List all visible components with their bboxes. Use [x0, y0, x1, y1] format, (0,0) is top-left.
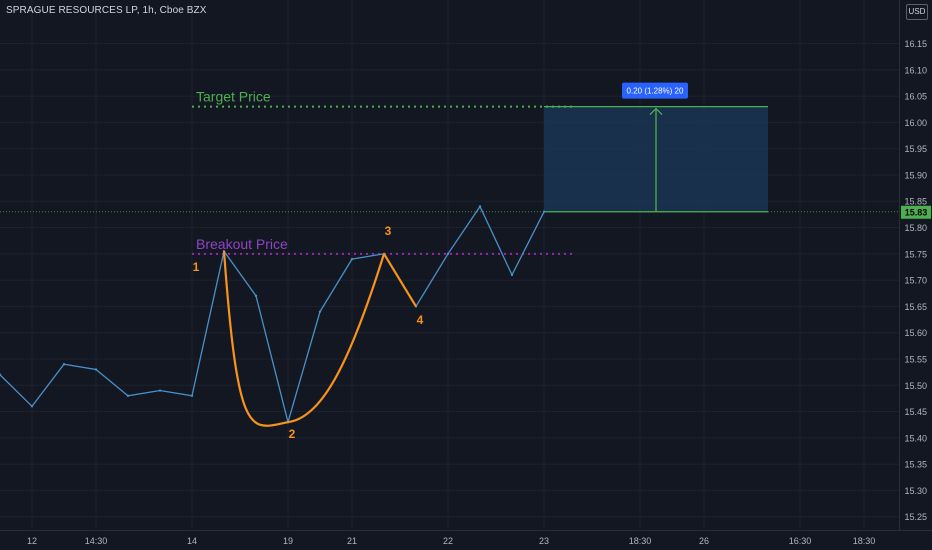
time-tick-label: 18:30 — [853, 536, 876, 546]
price-point — [446, 252, 450, 256]
chart-grid — [0, 0, 899, 530]
price-tick-label: 15.60 — [904, 328, 927, 338]
last-price-tag-text: 15.83 — [905, 207, 928, 217]
time-tick-label: 21 — [347, 536, 357, 546]
price-point — [350, 257, 354, 261]
pattern-point-label: 2 — [289, 427, 296, 441]
price-point — [542, 210, 546, 213]
price-point — [254, 294, 258, 298]
price-point — [190, 394, 194, 397]
price-point — [62, 363, 66, 366]
price-point — [158, 389, 162, 392]
chart-title: SPRAGUE RESOURCES LP, 1h, Cboe BZX — [6, 5, 207, 16]
price-tick-label: 16.10 — [904, 65, 927, 75]
price-tick-label: 15.90 — [904, 170, 927, 180]
price-tick-label: 15.95 — [904, 144, 927, 154]
price-tick-label: 16.00 — [904, 118, 927, 128]
time-tick-label: 23 — [539, 536, 549, 546]
time-tick-label: 18:30 — [629, 536, 652, 546]
time-tick-label: 26 — [699, 536, 709, 546]
price-tick-label: 15.75 — [904, 249, 927, 259]
price-tick-label: 15.40 — [904, 433, 927, 443]
price-point — [94, 368, 98, 371]
pattern-point-label: 1 — [193, 260, 200, 274]
price-point — [126, 394, 130, 397]
time-tick-label: 12 — [27, 536, 37, 546]
price-point — [510, 273, 514, 277]
price-axis: 16.15 16.10 16.05 16.00 15.95 15.90 15.85 15.80… — [899, 0, 932, 550]
time-tick-label: 19 — [283, 536, 293, 546]
price-tick-label: 15.50 — [904, 381, 927, 391]
breakout-price-label: Breakout Price — [196, 236, 288, 252]
price-tick-label: 16.05 — [904, 92, 927, 102]
price-tick-label: 15.35 — [904, 460, 927, 470]
price-tick-label: 15.80 — [904, 223, 927, 233]
time-axis: 12 14:30 14 19 21 22 23 18:30 26 16:30 18:30 — [0, 530, 932, 546]
price-point — [478, 205, 482, 208]
price-tick-label: 16.15 — [904, 39, 927, 49]
price-tick-label: 15.70 — [904, 276, 927, 286]
target-price-label: Target Price — [196, 89, 271, 105]
time-tick-label: 14:30 — [85, 536, 108, 546]
currency-button[interactable]: USD — [906, 4, 928, 20]
price-tick-label: 15.30 — [904, 486, 927, 496]
time-tick-label: 14 — [187, 536, 197, 546]
price-chart[interactable]: Target Price Breakout Price 1234 0.20 (1… — [0, 0, 932, 550]
pattern-point-label: 3 — [385, 224, 392, 238]
price-point — [30, 405, 34, 408]
time-tick-label: 22 — [443, 536, 453, 546]
price-tick-label: 15.85 — [904, 197, 927, 207]
pattern-point-label: 4 — [417, 313, 424, 327]
price-tick-label: 15.45 — [904, 407, 927, 417]
time-tick-label: 16:30 — [789, 536, 812, 546]
price-tick-label: 15.25 — [904, 512, 927, 522]
price-point — [318, 310, 322, 313]
measure-badge-text: 0.20 (1.28%) 20 — [627, 87, 684, 96]
price-tick-label: 15.55 — [904, 354, 927, 364]
cup-curve[interactable] — [222, 251, 386, 427]
price-tick-label: 15.65 — [904, 302, 927, 312]
